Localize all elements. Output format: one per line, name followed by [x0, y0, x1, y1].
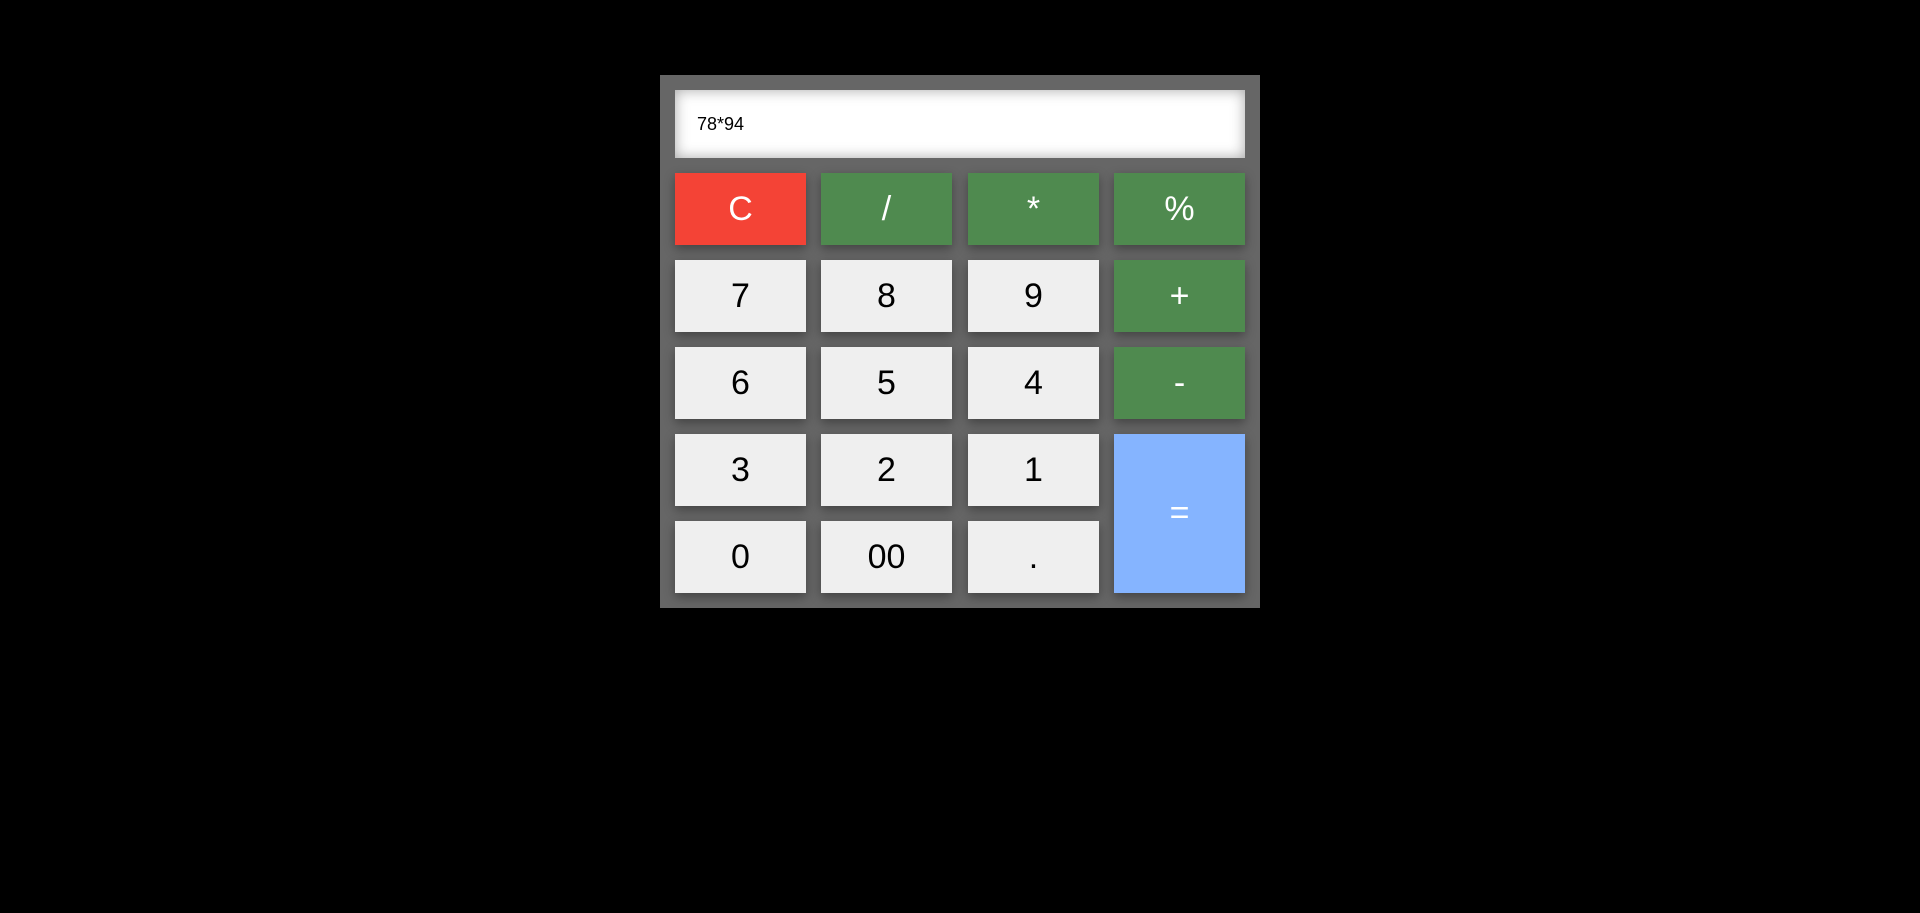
multiply-button[interactable]: *	[968, 173, 1099, 245]
digit-5-button[interactable]: 5	[821, 347, 952, 419]
digit-6-button[interactable]: 6	[675, 347, 806, 419]
digit-2-button[interactable]: 2	[821, 434, 952, 506]
display-value: 78*94	[697, 113, 745, 134]
minus-button[interactable]: -	[1114, 347, 1245, 419]
digit-8-button[interactable]: 8	[821, 260, 952, 332]
divide-button[interactable]: /	[821, 173, 952, 245]
plus-button[interactable]: +	[1114, 260, 1245, 332]
percent-button[interactable]: %	[1114, 173, 1245, 245]
digit-9-button[interactable]: 9	[968, 260, 1099, 332]
equals-button[interactable]: =	[1114, 434, 1245, 593]
double-zero-button[interactable]: 00	[821, 521, 952, 593]
calculator: 78*94 C / * % 7 8 9 + 6 5 4 - 3 2 1 = 0 …	[660, 75, 1260, 608]
decimal-button[interactable]: .	[968, 521, 1099, 593]
digit-0-button[interactable]: 0	[675, 521, 806, 593]
digit-4-button[interactable]: 4	[968, 347, 1099, 419]
calculator-display[interactable]: 78*94	[675, 90, 1245, 158]
digit-3-button[interactable]: 3	[675, 434, 806, 506]
digit-7-button[interactable]: 7	[675, 260, 806, 332]
clear-button[interactable]: C	[675, 173, 806, 245]
digit-1-button[interactable]: 1	[968, 434, 1099, 506]
